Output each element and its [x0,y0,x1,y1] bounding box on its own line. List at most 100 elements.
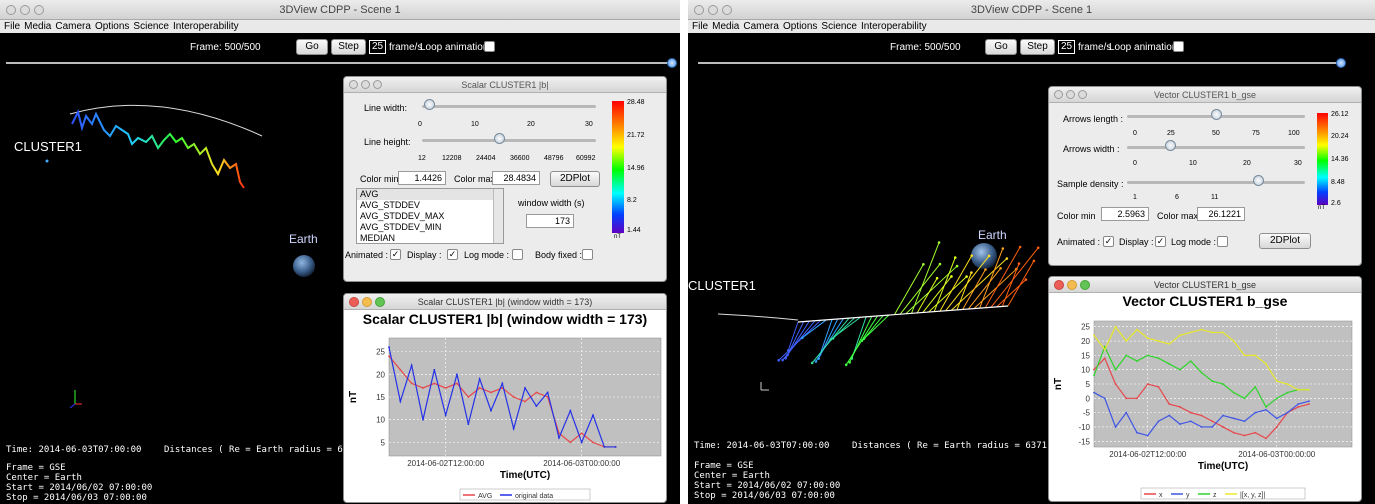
list-item[interactable]: AVG_STDDEV_MIN [357,222,503,233]
data-point [501,382,504,385]
x-tick-label: 2014-06-03T00:00:00 [1238,450,1316,459]
menu-options[interactable]: Options [95,20,129,33]
menu-options[interactable]: Options [783,20,817,33]
step-button[interactable]: Step [1020,39,1055,55]
arrows-width-slider-knob[interactable] [1165,140,1176,151]
step-button[interactable]: Step [331,39,366,55]
line-height-tick-0: 12 [418,155,426,162]
panel-minimize-button[interactable] [1066,90,1075,99]
menu-science[interactable]: Science [821,20,857,33]
minimize-window-button[interactable] [20,5,30,15]
list-scrollbar[interactable] [493,189,503,243]
2dplot-button[interactable]: 2DPlot [1259,233,1311,249]
vector-line-chart: -15 -10 -5 0 5 10 15 20 25 2014-06-02T12:00:00 201… [1053,320,1353,500]
plot-titlebar[interactable]: Vector CLUSTER1 b_gse [1049,277,1361,293]
arrows-width-slider[interactable] [1127,146,1305,149]
color-max-field[interactable]: 26.1221 [1197,207,1245,221]
2dplot-button[interactable]: 2DPlot [550,171,600,187]
list-item[interactable]: AVG [357,189,503,200]
menu-interoperability[interactable]: Interoperability [173,20,239,33]
zoom-window-button[interactable] [722,5,732,15]
x-tick-label: 2014-06-02T12:00:00 [407,459,485,468]
plot-minimize-button[interactable] [1067,280,1077,290]
panel-titlebar[interactable]: Vector CLUSTER1 b_gse [1049,87,1361,103]
panel-zoom-button[interactable] [1078,90,1087,99]
go-button[interactable]: Go [296,39,328,55]
line-width-slider-knob[interactable] [424,99,435,110]
minimize-window-button[interactable] [708,5,718,15]
fps-input[interactable]: 25 [1058,40,1075,54]
sample-density-slider-knob[interactable] [1253,175,1264,186]
panel-close-button[interactable] [1054,90,1063,99]
data-point [1189,331,1192,334]
animated-checkbox[interactable]: ✓ [390,249,401,260]
plot-window-controls [349,297,385,307]
panel-minimize-button[interactable] [361,80,370,89]
colorbar-tick-3: 8.2 [627,197,637,204]
close-window-button[interactable] [694,5,704,15]
go-button[interactable]: Go [985,39,1017,55]
body-fixed-checkbox[interactable] [582,249,593,260]
menu-file[interactable]: File [4,20,20,33]
list-item[interactable]: MEDIAN [357,233,503,243]
data-point [1232,417,1235,420]
y-tick-label: 10 [1081,366,1090,375]
color-min-field[interactable]: 1.4426 [398,171,446,185]
plot-title: Vector CLUSTER1 b_gse [1122,293,1288,309]
menu-interoperability[interactable]: Interoperability [861,20,927,33]
colorbar-tick-2: 14.96 [627,165,645,172]
menu-science[interactable]: Science [133,20,169,33]
plot-close-button[interactable] [349,297,359,307]
list-item[interactable]: AVG_STDDEV [357,200,503,211]
fps-input[interactable]: 25 [369,40,386,54]
log-mode-checkbox[interactable] [512,249,523,260]
color-min-field[interactable]: 2.5963 [1101,207,1149,221]
data-point [1243,434,1246,437]
data-point [1243,397,1246,400]
loop-animation-checkbox[interactable] [484,41,495,52]
center-info: Center = Earth [694,471,770,481]
animated-checkbox[interactable]: ✓ [1103,236,1114,247]
menu-file[interactable]: File [692,20,708,33]
colorbar-tick-2: 14.36 [1331,156,1349,163]
sample-density-slider[interactable] [1127,181,1305,184]
panel-titlebar[interactable]: Scalar CLUSTER1 |b| [344,77,666,93]
plot-zoom-button[interactable] [375,297,385,307]
field-vector-arrow [894,264,924,315]
menu-media[interactable]: Media [24,20,51,33]
log-mode-checkbox[interactable] [1217,236,1228,247]
data-point [1179,406,1181,408]
arrow-head [970,254,974,257]
data-point [1254,411,1257,414]
panel-window-controls [1054,90,1087,99]
display-checkbox[interactable]: ✓ [1155,236,1166,247]
plot-zoom-button[interactable] [1080,280,1090,290]
legend-label: x [1159,492,1163,499]
list-item[interactable]: AVG_STDDEV_MAX [357,211,503,222]
panel-zoom-button[interactable] [373,80,382,89]
y-tick-label: -5 [1083,409,1091,418]
line-height-slider[interactable] [422,139,596,142]
menu-camera[interactable]: Camera [743,20,779,33]
window-titlebar[interactable]: 3DView CDPP - Scene 1 [0,0,680,20]
zoom-window-button[interactable] [34,5,44,15]
display-checkbox[interactable]: ✓ [447,249,458,260]
data-point [1222,426,1224,428]
plot-minimize-button[interactable] [362,297,372,307]
menu-media[interactable]: Media [712,20,739,33]
color-max-field[interactable]: 28.4834 [492,171,540,185]
line-width-slider[interactable] [422,105,596,108]
line-height-tick-4: 48796 [544,155,564,162]
statistic-list[interactable]: AVG AVG_STDDEV AVG_STDDEV_MAX AVG_STDDEV… [356,188,504,244]
window-titlebar[interactable]: 3DView CDPP - Scene 1 [688,0,1375,20]
line-height-slider-knob[interactable] [494,133,505,144]
close-window-button[interactable] [6,5,16,15]
arrows-length-slider-knob[interactable] [1211,109,1222,120]
field-vector-arrow [1001,263,1020,307]
window-width-field[interactable]: 173 [526,214,574,228]
plot-close-button[interactable] [1054,280,1064,290]
menu-camera[interactable]: Camera [55,20,91,33]
loop-animation-checkbox[interactable] [1173,41,1184,52]
plot-titlebar[interactable]: Scalar CLUSTER1 |b| (window width = 173) [344,294,666,310]
panel-close-button[interactable] [349,80,358,89]
